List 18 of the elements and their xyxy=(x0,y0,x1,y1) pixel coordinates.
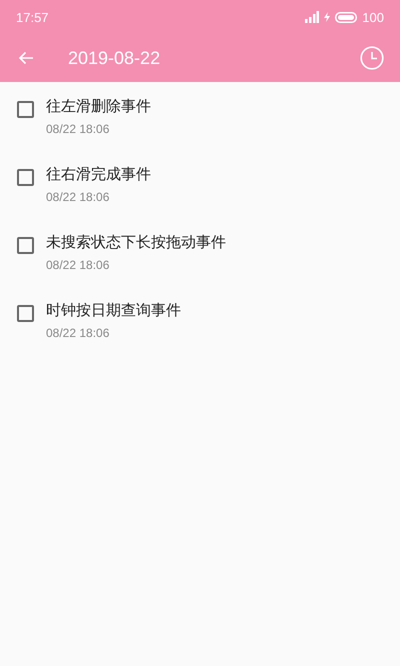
signal-icon xyxy=(305,11,320,23)
event-title: 时钟按日期查询事件 xyxy=(46,300,181,320)
event-title: 往左滑删除事件 xyxy=(46,96,151,116)
event-title: 往右滑完成事件 xyxy=(46,164,151,184)
event-time: 08/22 18:06 xyxy=(46,326,110,340)
checkbox[interactable] xyxy=(17,305,34,322)
event-time: 08/22 18:06 xyxy=(46,258,110,272)
checkbox[interactable] xyxy=(17,237,34,254)
battery-icon xyxy=(335,12,358,22)
event-time: 08/22 18:06 xyxy=(46,122,110,136)
battery-level: 100 xyxy=(362,10,384,24)
status-time: 17:57 xyxy=(16,10,49,24)
checkbox[interactable] xyxy=(17,101,34,118)
event-title: 未搜索状态下长按拖动事件 xyxy=(46,232,226,252)
toolbar-title: 2019-08-22 xyxy=(68,48,162,68)
charging-icon xyxy=(324,12,330,22)
event-time: 08/22 18:06 xyxy=(46,190,110,204)
checkbox[interactable] xyxy=(17,169,34,186)
